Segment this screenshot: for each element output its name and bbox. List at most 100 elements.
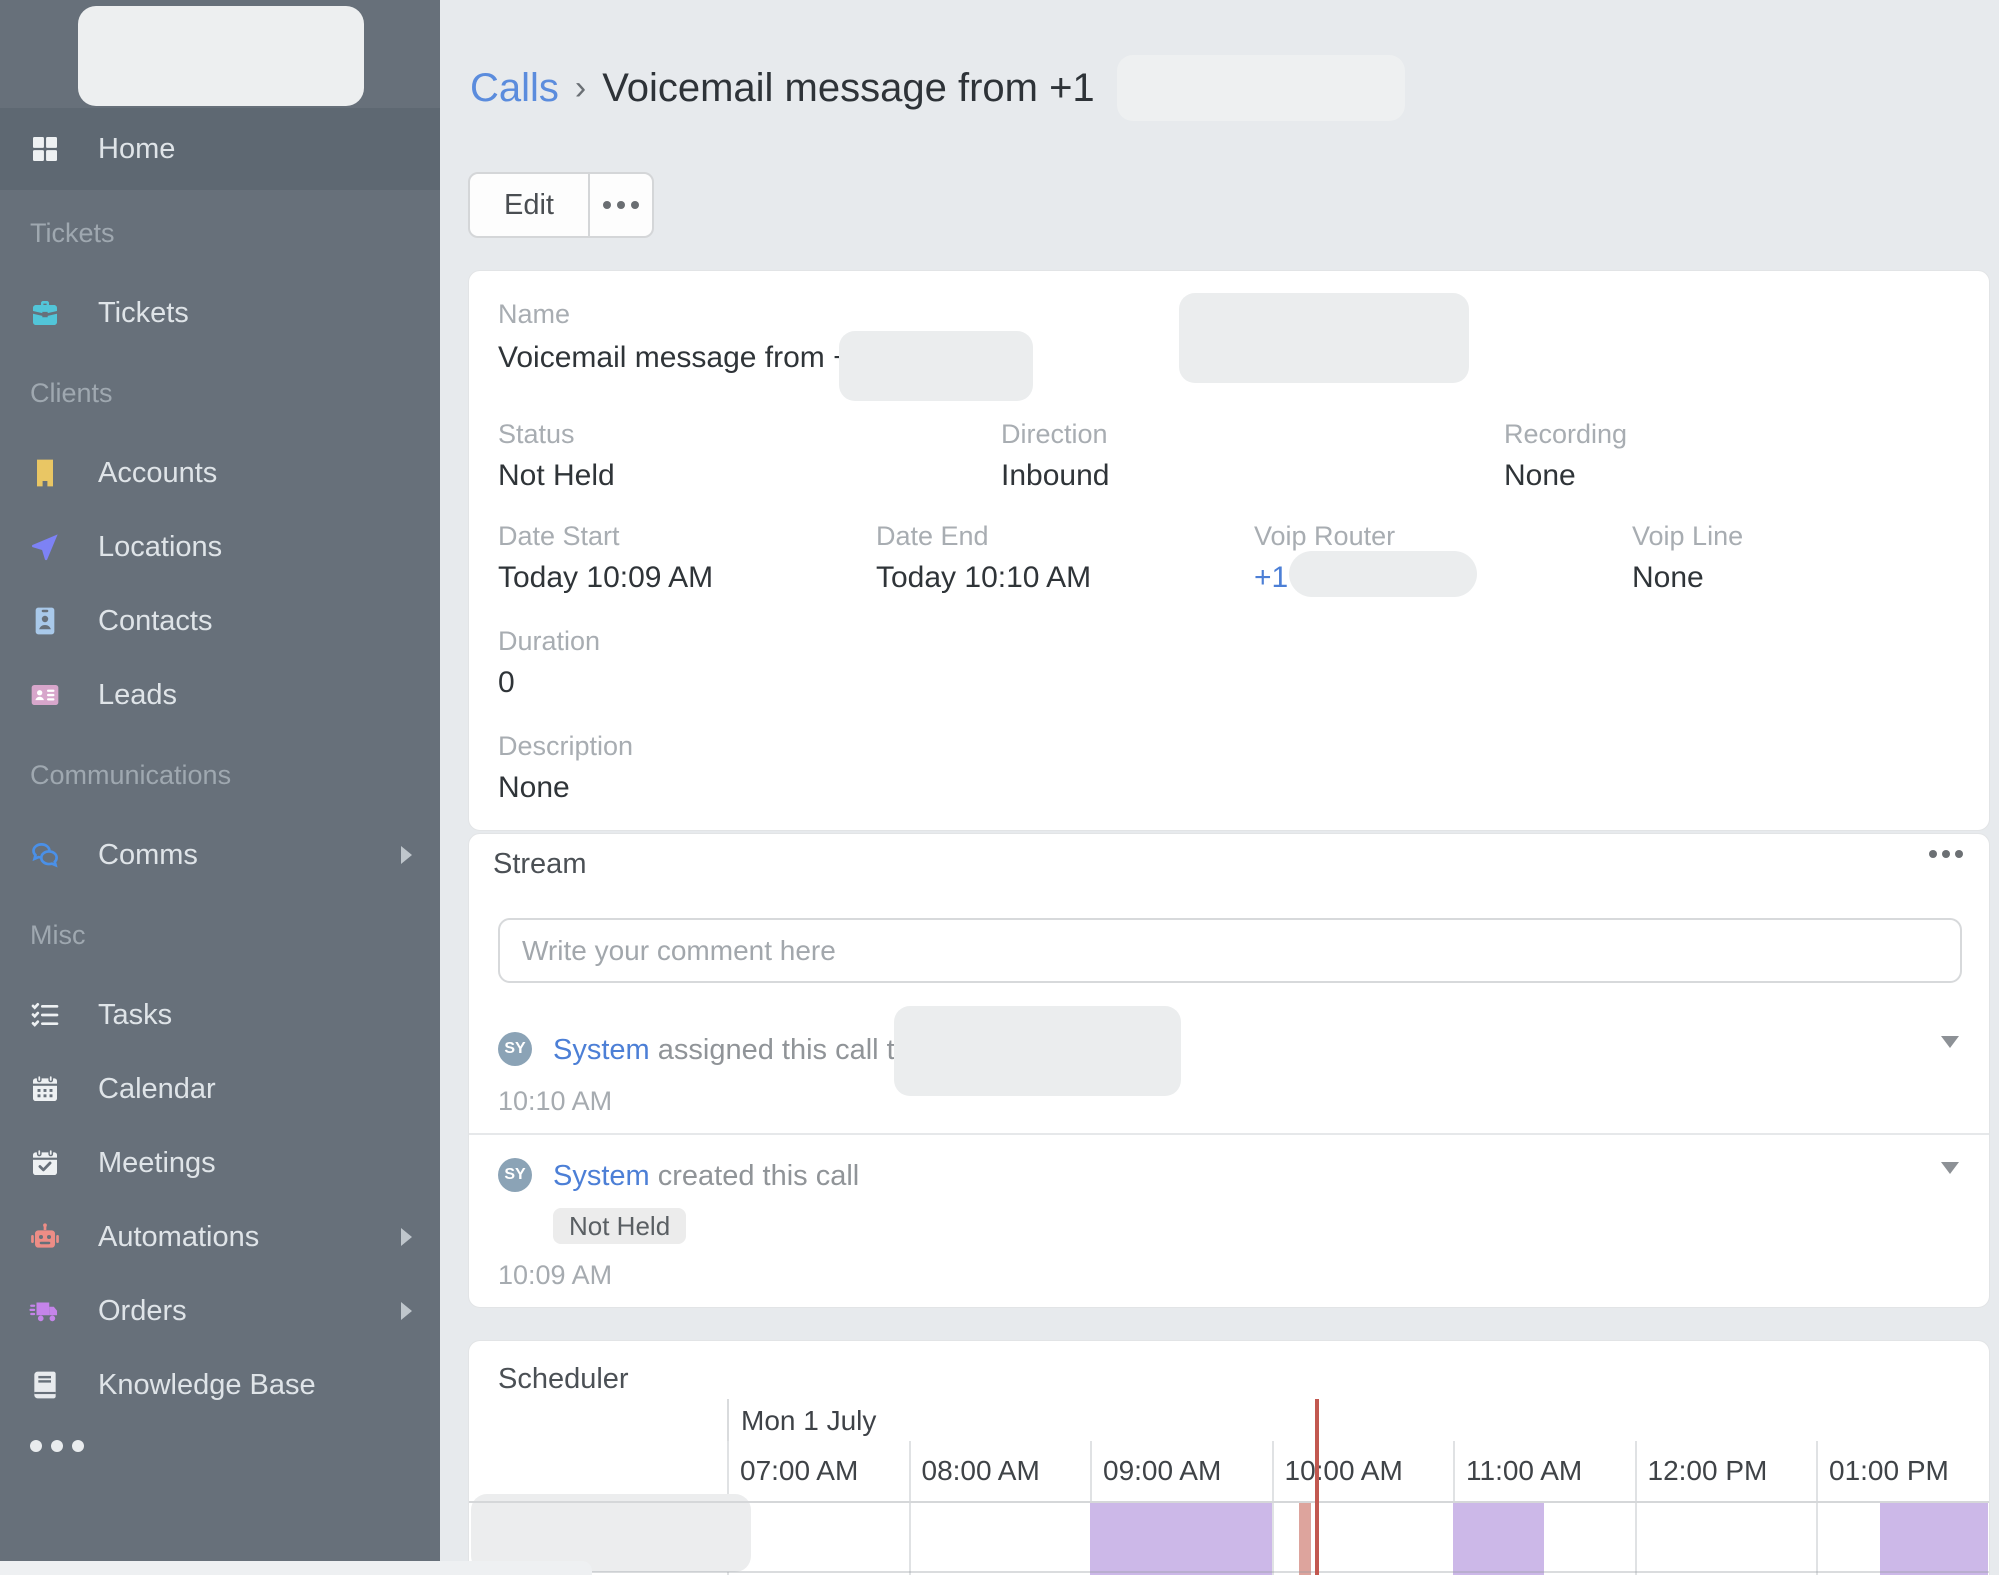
app-window: Home Tickets Tickets Clients Accounts Lo… xyxy=(0,0,1999,1575)
sidebar-item-label: Calendar xyxy=(98,1072,216,1105)
sidebar-item-label: Meetings xyxy=(98,1146,216,1179)
chat-bubbles-icon xyxy=(28,838,62,872)
sidebar-item-tasks[interactable]: Tasks xyxy=(0,978,440,1052)
avatar: SY xyxy=(498,1032,532,1066)
sidebar-item-calendar[interactable]: Calendar xyxy=(0,1052,440,1126)
sidebar: Home Tickets Tickets Clients Accounts Lo… xyxy=(0,0,440,1575)
sidebar-item-automations[interactable]: Automations xyxy=(0,1200,440,1274)
sidebar-item-tickets[interactable]: Tickets xyxy=(0,276,440,350)
call-event-block[interactable] xyxy=(1298,1501,1312,1575)
redacted-phone-number xyxy=(1116,55,1405,121)
stream-more-button[interactable] xyxy=(1929,850,1963,858)
robot-icon xyxy=(28,1220,62,1254)
edit-button[interactable]: Edit xyxy=(470,174,590,236)
grid-line xyxy=(469,1571,1989,1573)
more-actions-button[interactable] xyxy=(590,174,652,236)
sidebar-item-label: Automations xyxy=(98,1220,260,1253)
page-title: Voicemail message from +1 xyxy=(602,65,1095,110)
calendar-check-icon xyxy=(28,1146,62,1180)
sidebar-item-label: Accounts xyxy=(98,456,218,489)
breadcrumb-separator: › xyxy=(574,68,587,107)
sidebar-section-communications: Communications xyxy=(30,759,232,790)
redacted-assignee-name xyxy=(894,1006,1181,1096)
collapse-caret-icon[interactable] xyxy=(1941,1162,1959,1174)
sidebar-item-knowledge-base[interactable]: Knowledge Base xyxy=(0,1348,440,1422)
sidebar-item-label: Leads xyxy=(98,678,178,711)
hour-tick xyxy=(1634,1441,1637,1575)
hour-label: 10:00 AM xyxy=(1284,1455,1403,1486)
breadcrumb-calls-link[interactable]: Calls xyxy=(470,66,559,111)
stream-entry-time: 10:09 AM xyxy=(498,1260,613,1290)
recording-value: None xyxy=(1504,459,1576,492)
busy-event-block[interactable] xyxy=(1879,1501,1989,1575)
breadcrumb: Calls › Voicemail message from +1 xyxy=(470,55,1405,121)
sidebar-item-label: Comms xyxy=(98,838,198,871)
building-icon xyxy=(28,456,62,490)
stream-entry-time: 10:10 AM xyxy=(498,1086,613,1116)
divider xyxy=(469,1133,1989,1135)
comment-input[interactable] xyxy=(498,918,1962,983)
voip-line-value: None xyxy=(1632,561,1704,594)
sidebar-item-leads[interactable]: Leads xyxy=(0,658,440,732)
collapse-caret-icon[interactable] xyxy=(1941,1036,1959,1048)
hour-label: 08:00 AM xyxy=(921,1455,1040,1486)
ellipsis-icon xyxy=(603,201,639,209)
briefcase-icon xyxy=(28,296,62,330)
contact-card-icon xyxy=(28,678,62,712)
call-details-card: Name Voicemail message from +1 Status No… xyxy=(468,270,1990,831)
actor-link[interactable]: System xyxy=(553,1160,650,1192)
redacted-logo xyxy=(78,6,364,106)
busy-event-block[interactable] xyxy=(1090,1501,1272,1575)
sidebar-item-meetings[interactable]: Meetings xyxy=(0,1126,440,1200)
sidebar-section-clients: Clients xyxy=(30,377,113,408)
voip-router-label: Voip Router xyxy=(1254,521,1396,551)
actor-link[interactable]: System xyxy=(553,1034,650,1066)
task-list-icon xyxy=(28,998,62,1032)
sidebar-item-label: Knowledge Base xyxy=(98,1368,316,1401)
redacted-name-phone xyxy=(839,331,1033,401)
record-actions: Edit xyxy=(468,172,654,238)
direction-value: Inbound xyxy=(1001,459,1110,492)
description-label: Description xyxy=(498,731,634,761)
chevron-right-icon xyxy=(401,846,412,864)
sidebar-section-tickets: Tickets xyxy=(30,217,115,248)
scheduler-card: Scheduler Mon 1 July 07:00 AM 08:00 AM 09:… xyxy=(468,1340,1990,1575)
stream-card: Stream SY System assigned this call to 1… xyxy=(468,833,1990,1308)
chevron-right-icon xyxy=(401,1302,412,1320)
sidebar-item-label: Orders xyxy=(98,1294,187,1327)
sidebar-item-comms[interactable]: Comms xyxy=(0,818,440,892)
description-value: None xyxy=(498,771,570,804)
sidebar-item-orders[interactable]: Orders xyxy=(0,1274,440,1348)
grid-line xyxy=(469,1501,1989,1503)
name-label: Name xyxy=(498,299,571,329)
hour-tick xyxy=(1816,1441,1818,1575)
browser-status-bar xyxy=(0,1561,592,1575)
date-start-value: Today 10:09 AM xyxy=(498,561,714,594)
date-label: Mon 1 July xyxy=(741,1405,877,1436)
hour-label: 11:00 AM xyxy=(1466,1455,1583,1486)
sidebar-item-contacts[interactable]: Contacts xyxy=(0,584,440,658)
sidebar-item-label: Tasks xyxy=(98,998,173,1031)
sidebar-item-home[interactable]: Home xyxy=(0,108,440,190)
stream-entry-text: System assigned this call to xyxy=(553,1034,911,1066)
duration-label: Duration xyxy=(498,626,601,656)
stream-entry-text: System created this call xyxy=(553,1160,860,1192)
current-time-line xyxy=(1314,1399,1319,1575)
status-label: Status xyxy=(498,419,575,449)
duration-value: 0 xyxy=(498,666,515,699)
sidebar-item-locations[interactable]: Locations xyxy=(0,510,440,584)
id-badge-icon xyxy=(28,604,62,638)
redacted-assignee xyxy=(1179,293,1469,383)
navigation-arrow-icon xyxy=(28,530,62,564)
busy-event-block[interactable] xyxy=(1453,1501,1544,1575)
hour-tick xyxy=(1271,1441,1274,1575)
redacted-voip-number xyxy=(1289,551,1477,597)
voip-router-link[interactable]: +1 xyxy=(1254,561,1288,594)
voip-line-label: Voip Line xyxy=(1632,521,1744,551)
sidebar-item-label: Home xyxy=(98,132,176,165)
sidebar-item-accounts[interactable]: Accounts xyxy=(0,436,440,510)
sidebar-more-button[interactable] xyxy=(0,1440,440,1452)
name-value: Voicemail message from +1 xyxy=(498,341,868,374)
date-tick xyxy=(727,1399,729,1441)
date-start-label: Date Start xyxy=(498,521,620,551)
